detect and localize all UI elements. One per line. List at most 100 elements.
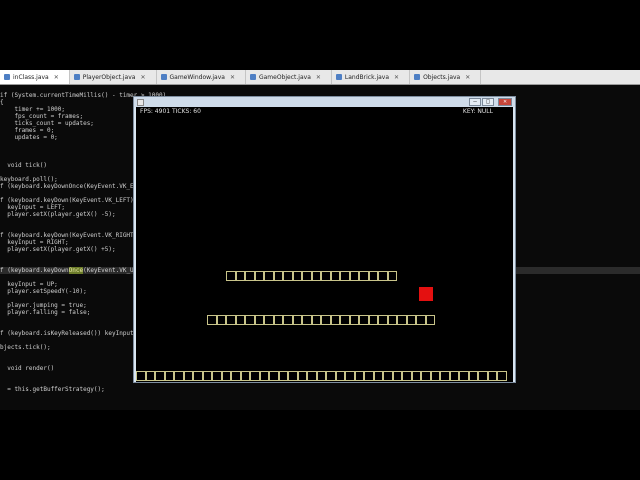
close-tab-icon[interactable]: ✕ [465, 74, 470, 81]
land-brick [254, 271, 264, 281]
land-brick [250, 371, 260, 381]
land-brick [311, 271, 321, 281]
land-brick [235, 315, 245, 325]
game-window: – □ ✕ FPS: 4901 TICKS: 60 KEY: NULL [133, 96, 516, 383]
land-brick [373, 371, 383, 381]
code-line: bjects.tick(); [0, 344, 51, 351]
land-brick [145, 371, 155, 381]
close-button[interactable]: ✕ [498, 98, 512, 106]
land-brick [269, 371, 279, 381]
tab-3[interactable]: GameObject.java ✕ [246, 70, 332, 84]
land-brick [283, 271, 293, 281]
land-brick [497, 371, 507, 381]
tab-4[interactable]: LandBrick.java ✕ [332, 70, 411, 84]
code-line: keyInput = RIGHT; [0, 239, 69, 246]
ground-platform [136, 371, 507, 381]
code-line: f (keyboard.keyDownOnce(KeyEvent.VK_ESCA [0, 183, 145, 190]
land-brick [288, 371, 298, 381]
land-brick [231, 371, 241, 381]
close-tab-icon[interactable]: ✕ [140, 74, 145, 81]
land-brick [359, 315, 369, 325]
land-brick [340, 315, 350, 325]
land-brick [183, 371, 193, 381]
land-brick [254, 315, 264, 325]
editor-tab-bar: inClass.java ✕ PlayerObject.java ✕ GameWindo… [0, 70, 640, 85]
tab-label: GameWindow.java [169, 73, 225, 81]
java-file-icon [249, 74, 256, 80]
tab-5[interactable]: Objects.java ✕ [410, 70, 482, 84]
land-brick [430, 371, 440, 381]
close-tab-icon[interactable]: ✕ [54, 74, 59, 81]
land-brick [273, 315, 283, 325]
window-icon [137, 99, 144, 106]
land-brick [383, 371, 393, 381]
java-file-icon [160, 74, 167, 80]
land-brick [449, 371, 459, 381]
tab-label: LandBrick.java [344, 73, 390, 81]
code-line: ticks_count = updates; [0, 120, 94, 127]
land-brick [321, 271, 331, 281]
close-tab-icon[interactable]: ✕ [230, 74, 235, 81]
window-titlebar[interactable]: – □ ✕ [134, 97, 515, 107]
code-line: void render() [0, 365, 55, 372]
land-brick [311, 315, 321, 325]
land-brick [136, 371, 146, 381]
land-brick [307, 371, 317, 381]
land-brick [364, 371, 374, 381]
minimize-button[interactable]: – [469, 98, 481, 106]
player-block [419, 287, 433, 301]
code-line: player.setX(player.getX() -5); [0, 211, 116, 218]
land-brick [164, 371, 174, 381]
land-brick [278, 371, 288, 381]
land-brick [392, 371, 402, 381]
maximize-button[interactable]: □ [482, 98, 494, 106]
code-line: keyInput = LEFT; [0, 204, 66, 211]
land-brick [174, 371, 184, 381]
land-brick [264, 315, 274, 325]
code-line: fps_count = frames; [0, 113, 84, 120]
fps-counter: FPS: 4901 TICKS: 60 [140, 108, 201, 115]
land-brick [397, 315, 407, 325]
game-canvas[interactable]: FPS: 4901 TICKS: 60 KEY: NULL [136, 107, 513, 382]
land-brick [155, 371, 165, 381]
upper-platform [226, 271, 397, 281]
land-brick [216, 315, 226, 325]
code-line: { [0, 99, 4, 106]
code-line: = this.getBufferStrategy(); [0, 386, 105, 393]
land-brick [302, 315, 312, 325]
land-brick [321, 315, 331, 325]
land-brick [440, 371, 450, 381]
land-brick [459, 371, 469, 381]
code-line: player.falling = false; [0, 309, 91, 316]
close-tab-icon[interactable]: ✕ [394, 74, 399, 81]
java-file-icon [73, 74, 80, 80]
tab-1[interactable]: PlayerObject.java ✕ [70, 70, 157, 84]
code-line: f (keyboard.keyDown(KeyEvent.VK_LEFT)) { [0, 197, 145, 204]
land-brick [478, 371, 488, 381]
land-brick [240, 371, 250, 381]
land-brick [349, 315, 359, 325]
land-brick [326, 371, 336, 381]
code-line: frames = 0; [0, 127, 55, 134]
code-line: player.setX(player.getX() +5); [0, 246, 116, 253]
code-line: updates = 0; [0, 134, 58, 141]
land-brick [359, 271, 369, 281]
land-brick [387, 315, 397, 325]
tab-2[interactable]: GameWindow.java ✕ [157, 70, 246, 84]
land-brick [378, 315, 388, 325]
land-brick [402, 371, 412, 381]
land-brick [335, 371, 345, 381]
tab-label: GameObject.java [258, 73, 311, 81]
land-brick [349, 271, 359, 281]
land-brick [387, 271, 397, 281]
code-line: void tick() [0, 162, 47, 169]
close-tab-icon[interactable]: ✕ [316, 74, 321, 81]
selected-text: Once [68, 267, 84, 274]
land-brick [416, 315, 426, 325]
land-brick [406, 315, 416, 325]
lower-platform [207, 315, 435, 325]
land-brick [207, 315, 217, 325]
land-brick [221, 371, 231, 381]
land-brick [226, 315, 236, 325]
tab-0[interactable]: inClass.java ✕ [0, 70, 70, 84]
